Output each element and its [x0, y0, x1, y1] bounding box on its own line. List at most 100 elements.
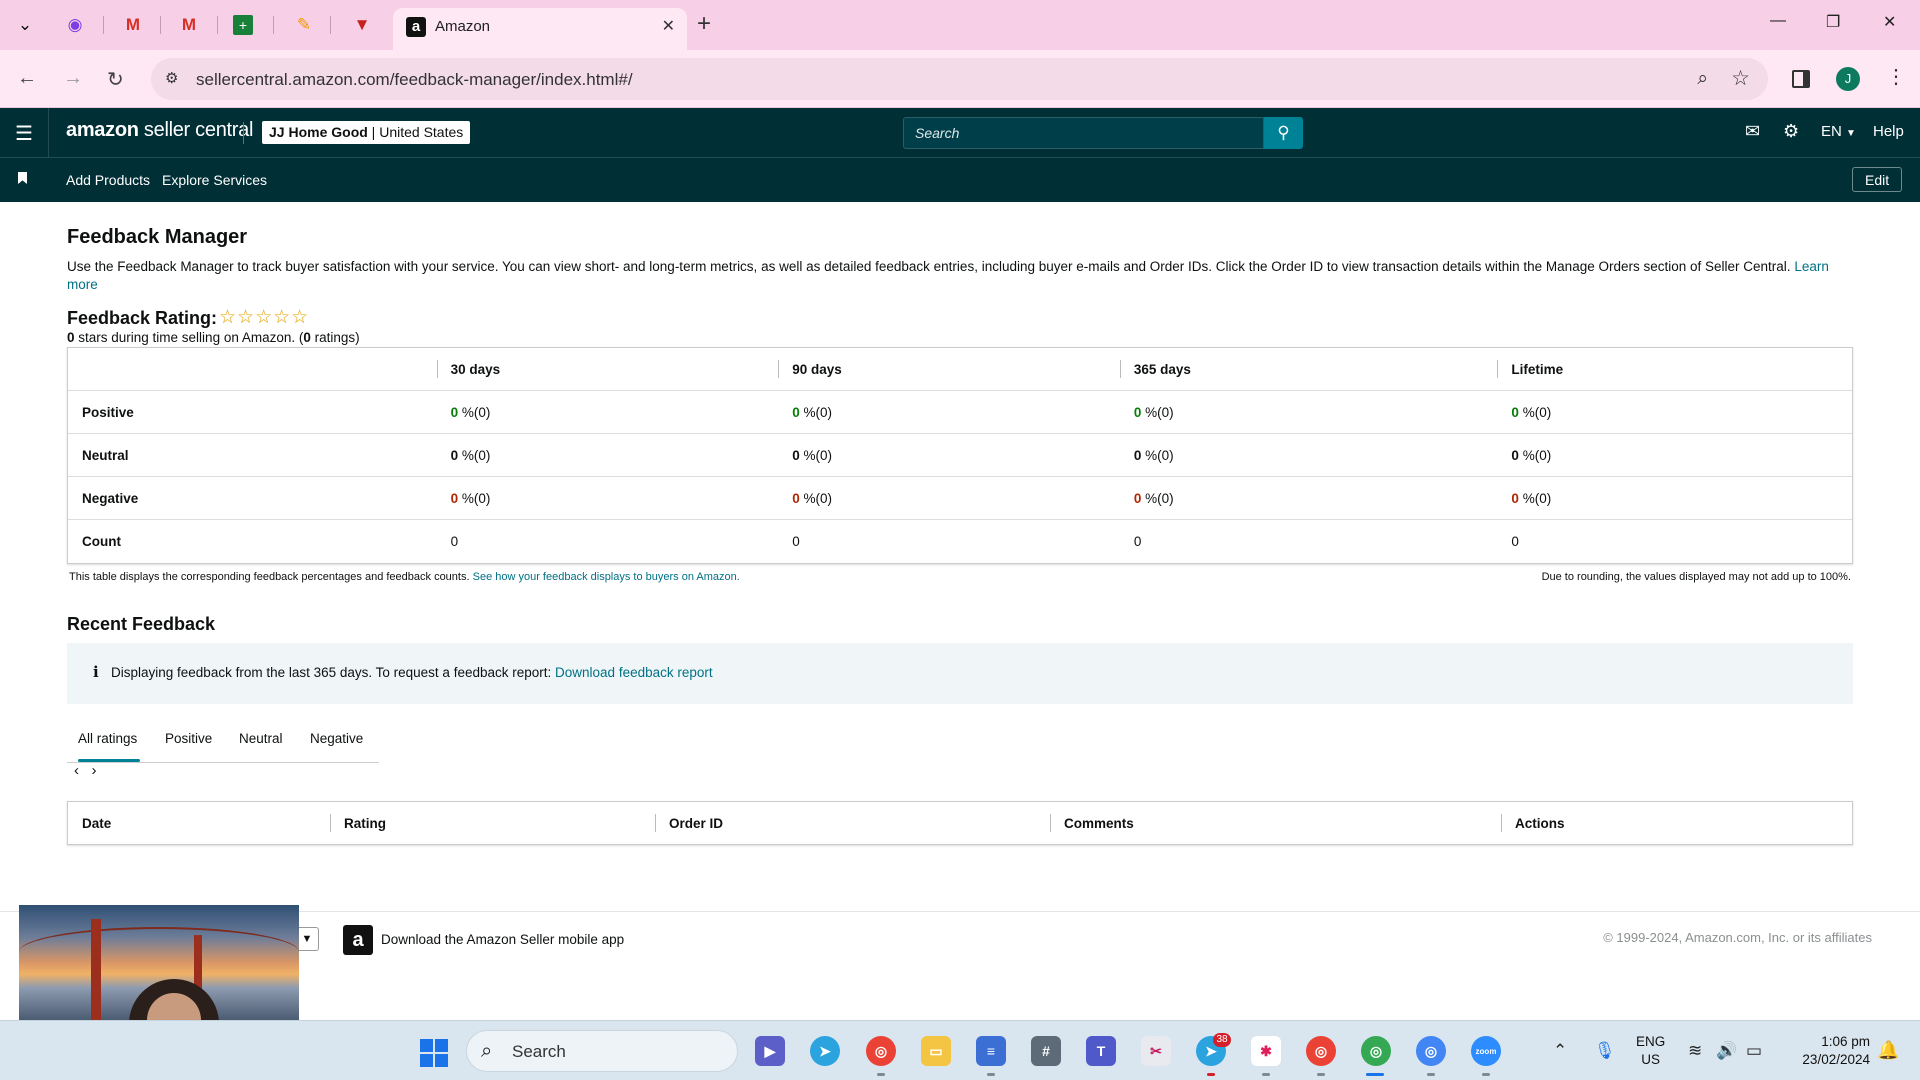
- bookmark-icon[interactable]: [18, 172, 27, 184]
- count-value: 0: [1511, 534, 1519, 549]
- meet-app-icon[interactable]: ▶: [755, 1036, 785, 1066]
- chrome-profile-icon-3[interactable]: ◎: [1416, 1036, 1446, 1066]
- running-indicator: [1262, 1073, 1270, 1076]
- chrome-profile-icon-2[interactable]: ◎: [1306, 1036, 1336, 1066]
- tab-search-chevron-icon[interactable]: ⌄: [11, 11, 39, 39]
- telegram-badge: 38: [1213, 1033, 1231, 1047]
- calculator-icon[interactable]: #: [1031, 1036, 1061, 1066]
- percent-suffix: %(0): [799, 404, 832, 420]
- column-header-order-id[interactable]: Order ID: [655, 813, 1050, 832]
- table-cell: 0 %(0): [1497, 405, 1852, 420]
- telegram-app-icon[interactable]: ➤: [810, 1036, 840, 1066]
- site-settings-icon[interactable]: ⚙: [165, 69, 178, 87]
- positive-value: 0: [450, 404, 459, 420]
- table-cell: 0 %(0): [1497, 491, 1852, 506]
- table-cell: 0 %(0): [437, 491, 779, 506]
- zoom-magnifier-icon[interactable]: ⌕: [1697, 68, 1708, 90]
- tab-all-ratings[interactable]: All ratings: [78, 731, 137, 746]
- tab-sheets-icon[interactable]: +: [233, 15, 253, 35]
- input-language[interactable]: ENG US: [1636, 1033, 1665, 1069]
- new-tab-plus-icon[interactable]: +: [697, 10, 711, 38]
- edit-bookmarks-button[interactable]: Edit: [1852, 167, 1903, 192]
- row-label: Count: [82, 534, 121, 549]
- amazon-favicon-icon: a: [406, 17, 426, 37]
- seller-search-input[interactable]: Search: [903, 117, 1264, 149]
- rating-count-value: 0: [303, 330, 311, 345]
- tab-close-icon[interactable]: ✕: [662, 16, 675, 36]
- explore-services-link[interactable]: Explore Services: [162, 172, 267, 188]
- amazon-app-icon[interactable]: a: [343, 925, 373, 955]
- wifi-icon[interactable]: ≋: [1688, 1041, 1702, 1061]
- language-selector[interactable]: EN ▼: [1821, 123, 1856, 140]
- feedback-display-link[interactable]: See how your feedback displays to buyers…: [473, 571, 740, 583]
- column-header-comments: Comments: [1050, 813, 1501, 832]
- chevron-right-icon[interactable]: ›: [92, 762, 97, 779]
- url-omnibox[interactable]: ⚙ sellercentral.amazon.com/feedback-mana…: [151, 58, 1768, 100]
- help-link[interactable]: Help: [1873, 123, 1904, 140]
- hamburger-menu-icon[interactable]: ☰: [15, 121, 33, 146]
- download-feedback-report-link[interactable]: Download feedback report: [555, 665, 713, 680]
- notepad-icon[interactable]: ≡: [976, 1036, 1006, 1066]
- slack-icon[interactable]: ✱: [1251, 1036, 1281, 1066]
- tab-gmail-icon-2[interactable]: M: [175, 11, 203, 39]
- page-title: Feedback Manager: [67, 226, 248, 248]
- minimize-icon[interactable]: —: [1770, 12, 1786, 30]
- back-arrow-icon[interactable]: ←: [17, 67, 37, 90]
- system-clock[interactable]: 1:06 pm 23/02/2024: [1780, 1033, 1870, 1069]
- snipping-tool-icon[interactable]: ✂: [1141, 1036, 1171, 1066]
- reload-icon[interactable]: ↻: [107, 67, 124, 92]
- tray-chevron-up-icon[interactable]: ⌃: [1553, 1041, 1567, 1061]
- microphone-icon[interactable]: 🎙: [1594, 1041, 1616, 1061]
- tab-gmail-icon[interactable]: M: [119, 11, 147, 39]
- notification-bell-icon[interactable]: 🔔: [1877, 1040, 1899, 1061]
- running-indicator: [1482, 1073, 1490, 1076]
- side-panel-icon[interactable]: [1792, 70, 1810, 88]
- tab-messenger-icon[interactable]: ◉: [61, 11, 89, 39]
- column-header-date[interactable]: Date: [68, 816, 330, 831]
- chevron-left-icon[interactable]: ‹: [74, 762, 79, 779]
- taskbar-search[interactable]: ⌕ Search: [466, 1030, 738, 1072]
- windows-start-icon[interactable]: [420, 1039, 448, 1067]
- table-cell: 0 %(0): [778, 448, 1120, 463]
- add-products-link[interactable]: Add Products: [66, 172, 150, 188]
- window-close-icon[interactable]: ✕: [1883, 12, 1896, 32]
- chrome-active-icon[interactable]: ◎: [1361, 1036, 1391, 1066]
- column-header-rating[interactable]: Rating: [330, 813, 655, 832]
- rating-filter-tabs: All ratings Positive Neutral Negative: [67, 717, 379, 763]
- tab-pencil-icon[interactable]: ✎: [290, 11, 318, 39]
- settings-gear-icon[interactable]: ⚙: [1783, 121, 1799, 142]
- download-app-link[interactable]: Download the Amazon Seller mobile app: [381, 932, 624, 947]
- search-button[interactable]: ⚲: [1264, 117, 1303, 149]
- tab-triangle-logo-icon[interactable]: ▼: [348, 11, 376, 39]
- mail-icon[interactable]: ✉: [1745, 121, 1760, 142]
- tab-negative[interactable]: Negative: [310, 731, 363, 746]
- teams-icon[interactable]: T: [1086, 1036, 1116, 1066]
- count-value: 0: [792, 534, 800, 549]
- rating-summary-end: ratings): [310, 330, 360, 345]
- tab-separator: [217, 16, 218, 34]
- tab-neutral[interactable]: Neutral: [239, 731, 283, 746]
- bookmark-star-icon[interactable]: ☆: [1731, 66, 1750, 91]
- percent-suffix: %(0): [1518, 447, 1552, 463]
- negative-value: 0: [1511, 490, 1519, 506]
- table-cell: 0 %(0): [1120, 491, 1498, 506]
- info-alert-box: i Displaying feedback from the last 365 …: [67, 643, 1853, 704]
- tab-separator: [103, 16, 104, 34]
- zoom-icon[interactable]: zoom: [1471, 1036, 1501, 1066]
- file-explorer-icon[interactable]: ▭: [921, 1036, 951, 1066]
- restore-icon[interactable]: ❐: [1826, 12, 1840, 32]
- battery-icon[interactable]: ▭: [1746, 1041, 1762, 1061]
- profile-avatar[interactable]: J: [1836, 67, 1860, 91]
- url-text[interactable]: sellercentral.amazon.com/feedback-manage…: [196, 70, 633, 90]
- chrome-profile-icon[interactable]: ◎: [866, 1036, 896, 1066]
- browser-menu-icon[interactable]: ⋮: [1886, 64, 1906, 89]
- forward-arrow-icon[interactable]: →: [63, 67, 83, 90]
- percent-suffix: %(0): [1141, 447, 1174, 463]
- row-label: Negative: [82, 490, 139, 506]
- store-selector[interactable]: JJ Home Good | United States: [262, 121, 471, 144]
- rating-stars-icon: ☆☆☆☆☆: [219, 307, 310, 328]
- seller-central-logo[interactable]: amazon seller central: [66, 119, 253, 142]
- tab-positive[interactable]: Positive: [165, 731, 212, 746]
- volume-icon[interactable]: 🔊: [1716, 1041, 1737, 1061]
- tab-amazon-active[interactable]: a Amazon ✕: [393, 8, 687, 50]
